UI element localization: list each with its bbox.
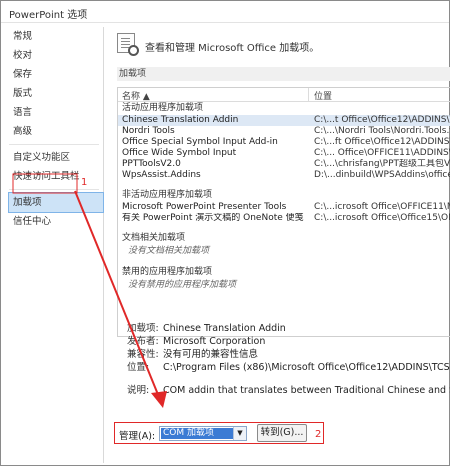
step-2-annotation: 2: [315, 429, 322, 440]
options-dialog: PowerPoint 选项 常规 校对 保存 版式 语言 高级 自定义功能区 快…: [0, 0, 450, 466]
column-header-name[interactable]: 名称 ▲: [122, 89, 150, 102]
empty-group-note: 没有文档相关加载项: [128, 246, 210, 256]
detail-publisher: 发布者: Microsoft Corporation: [127, 336, 266, 347]
sidebar-item-advanced[interactable]: 高级: [9, 122, 103, 141]
detail-location: 位置: C:\Program Files (x86)\Microsoft Off…: [127, 362, 450, 373]
table-header: 名称 ▲ 位置: [118, 88, 450, 102]
group-title: 非活动应用程序加载项: [122, 190, 213, 200]
main-panel: 查看和管理 Microsoft Office 加载项。 加载项 名称 ▲ 位置 …: [109, 27, 450, 465]
table-row[interactable]: Microsoft PowerPoint Presenter Tools C:\…: [118, 202, 450, 213]
sidebar-item-proofing[interactable]: 校对: [9, 46, 103, 65]
table-row[interactable]: PPTToolsV2.0 C:\...\chrisfang\PPT超级工具包V2…: [118, 159, 450, 170]
column-header-location[interactable]: 位置: [314, 89, 332, 102]
table-row[interactable]: WpsAssist.Addins D:\...dinbuild\WPSAddin…: [118, 170, 450, 181]
sidebar: 常规 校对 保存 版式 语言 高级 自定义功能区 快速访问工具栏 加载项 信任中…: [8, 27, 104, 463]
addins-table: 名称 ▲ 位置 活动应用程序加载项 Chinese Translation Ad…: [117, 87, 450, 337]
sidebar-item-customize-ribbon[interactable]: 自定义功能区: [9, 148, 103, 167]
manage-selected-value: COM 加载项: [161, 428, 233, 439]
title-bar: PowerPoint 选项: [1, 1, 449, 23]
goto-button[interactable]: 转到(G)...: [257, 424, 307, 442]
table-row[interactable]: Nordri Tools C:\...\Nordri Tools\Nordri.…: [118, 126, 450, 137]
detail-compatibility: 兼容性: 没有可用的兼容性信息: [127, 349, 259, 360]
sidebar-item-language[interactable]: 语言: [9, 103, 103, 122]
table-row[interactable]: 有关 PowerPoint 演示文稿的 OneNote 便笺 C:\...icr…: [118, 213, 450, 224]
sidebar-item-general[interactable]: 常规: [9, 27, 103, 46]
manage-label: 管理(A):: [119, 431, 156, 442]
empty-group-note: 没有禁用的应用程序加载项: [128, 280, 237, 290]
sidebar-divider: [9, 144, 99, 145]
sidebar-item-quick-access[interactable]: 快速访问工具栏: [9, 167, 103, 186]
sidebar-item-save[interactable]: 保存: [9, 65, 103, 84]
detail-addin: 加载项: Chinese Translation Addin: [127, 323, 286, 334]
manage-dropdown[interactable]: COM 加载项 ▼: [159, 426, 247, 441]
detail-description: 说明: COM addin that translates between Tr…: [127, 385, 450, 396]
addin-details: 加载项: Chinese Translation Addin 发布者: Micr…: [127, 322, 450, 397]
sidebar-divider: [9, 189, 99, 190]
group-title: 禁用的应用程序加载项: [122, 267, 213, 277]
addins-section-label: 加载项: [117, 67, 450, 81]
table-row[interactable]: Office Wide Symbol Input C:\... Office\O…: [118, 148, 450, 159]
sidebar-item-layout[interactable]: 版式: [9, 84, 103, 103]
group-title: 文档相关加载项: [122, 233, 186, 243]
document-gear-icon: [117, 33, 139, 56]
manage-bar: 管理(A): COM 加载项 ▼ 转到(G)...: [114, 422, 324, 444]
step-1-annotation: 1: [81, 177, 88, 188]
table-row[interactable]: Chinese Translation Addin C:\...t Office…: [118, 115, 450, 126]
sidebar-item-trust-center[interactable]: 信任中心: [9, 212, 103, 231]
window-title: PowerPoint 选项: [9, 10, 88, 21]
group-title: 活动应用程序加载项: [122, 103, 204, 113]
chevron-down-icon[interactable]: ▼: [233, 427, 246, 440]
table-row[interactable]: Office Special Symbol Input Add-in C:\..…: [118, 137, 450, 148]
panel-description: 查看和管理 Microsoft Office 加载项。: [145, 43, 320, 54]
sidebar-item-addins[interactable]: 加载项: [8, 192, 104, 213]
